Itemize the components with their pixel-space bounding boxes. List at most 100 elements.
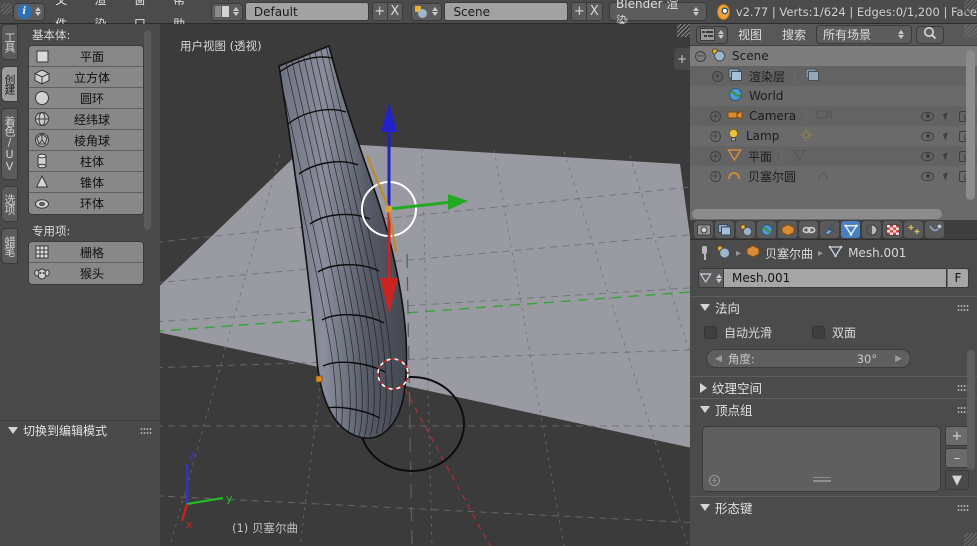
add-circle-button[interactable]: 圆环 xyxy=(29,88,143,109)
expand-icon[interactable]: + xyxy=(710,151,721,162)
expand-icon[interactable]: + xyxy=(710,111,721,122)
editor-type-selector[interactable]: i xyxy=(13,3,45,21)
add-cube-button[interactable]: 立方体 xyxy=(29,67,143,88)
panel-drag-handle-icon[interactable] xyxy=(957,304,969,312)
expand-icon[interactable]: + xyxy=(712,71,723,82)
collapse-icon[interactable]: − xyxy=(695,51,706,62)
outliner-horizontal-scrollbar[interactable] xyxy=(692,209,942,219)
list-item[interactable]: + 渲染层 | xyxy=(690,66,977,86)
screen-layout-browse-button[interactable] xyxy=(211,3,243,21)
expand-icon[interactable]: + xyxy=(710,131,721,142)
sidebar-item-tools[interactable]: 工具 xyxy=(1,24,18,60)
double-sided-checkbox[interactable]: 双面 xyxy=(812,324,856,341)
restrict-select-icon[interactable] xyxy=(943,172,950,180)
vertex-groups-list[interactable]: + xyxy=(702,426,941,492)
sidebar-item-options[interactable]: 选项 xyxy=(1,186,18,222)
render-engine-dropdown[interactable]: Blender 渲染 xyxy=(609,2,707,21)
fake-user-button[interactable]: F xyxy=(947,268,969,288)
list-item[interactable]: + Lamp | xyxy=(690,126,977,146)
add-uv-sphere-button[interactable]: 经纬球 xyxy=(29,109,143,130)
restrict-select-icon[interactable] xyxy=(943,152,950,160)
tab-mesh-data[interactable] xyxy=(841,221,860,238)
delete-scene-button[interactable]: X xyxy=(587,2,602,21)
vertex-group-specials-button[interactable]: ▼ xyxy=(945,470,969,490)
scene-name-field[interactable]: Scene xyxy=(444,2,568,21)
tab-scene[interactable] xyxy=(736,221,755,238)
sidebar-item-shading-uv[interactable]: 着色/UV xyxy=(1,108,18,180)
list-item[interactable]: + 贝塞尔圆 | xyxy=(690,166,977,186)
expand-list-icon[interactable]: + xyxy=(709,475,720,486)
add-cylinder-button[interactable]: 柱体 xyxy=(29,151,143,172)
sidebar-item-grease-pencil[interactable]: 蜡笔 xyxy=(1,228,18,264)
list-resize-grip-icon[interactable] xyxy=(813,477,831,484)
panel-header-normals[interactable]: 法向 xyxy=(690,296,977,318)
outliner-scope-dropdown[interactable]: 所有场景 xyxy=(816,25,912,44)
tab-render[interactable] xyxy=(694,221,713,238)
blender-logo-icon xyxy=(717,4,730,20)
add-plane-button[interactable]: 平面 xyxy=(29,46,143,67)
mesh-data-browse-button[interactable] xyxy=(698,268,724,288)
restrict-select-icon[interactable] xyxy=(943,132,950,140)
tab-world[interactable] xyxy=(757,221,776,238)
outliner-search-button[interactable] xyxy=(916,26,944,44)
list-item[interactable]: World xyxy=(690,86,977,106)
list-item[interactable]: + Camera | xyxy=(690,106,977,126)
outliner-display-mode-selector[interactable] xyxy=(696,26,728,44)
tab-modifiers[interactable] xyxy=(820,221,839,238)
list-item[interactable]: − Scene xyxy=(690,46,977,66)
operator-panel-header[interactable]: 切换到编辑模式 xyxy=(0,420,160,440)
panel-header-shape-keys[interactable]: 形态键 xyxy=(690,496,977,518)
3d-viewport[interactable]: z y x 用户视图 (透视) (1) 贝塞尔曲 + xyxy=(160,24,690,546)
outliner-vertical-scrollbar[interactable] xyxy=(966,50,975,200)
chevron-updown-icon xyxy=(232,5,240,19)
mesh-name-input[interactable]: Mesh.001 xyxy=(724,268,947,288)
list-item[interactable]: + 平面 | xyxy=(690,146,977,166)
add-vertex-group-button[interactable]: + xyxy=(945,426,969,446)
properties-vertical-scrollbar[interactable] xyxy=(967,350,975,470)
add-cone-button[interactable]: 锥体 xyxy=(29,172,143,193)
list-item-label: 贝塞尔圆 xyxy=(748,168,796,185)
chevron-right-icon[interactable]: ▶ xyxy=(895,354,902,364)
add-scene-button[interactable]: + xyxy=(571,2,587,21)
breadcrumb-object-label[interactable]: 贝塞尔曲 xyxy=(765,245,813,262)
tab-material[interactable] xyxy=(862,221,881,238)
remove-vertex-group-button[interactable]: – xyxy=(945,448,969,468)
screen-layout-name-field[interactable]: Default xyxy=(245,2,369,21)
delete-screen-layout-button[interactable]: X xyxy=(388,2,403,21)
world-icon xyxy=(728,87,743,105)
sidebar-item-create[interactable]: 创建 xyxy=(1,66,18,102)
status-text: v2.77 | Verts:1/624 | Edges:0/1,200 | Fa… xyxy=(736,5,977,19)
panel-drag-handle-icon[interactable] xyxy=(140,427,152,435)
tab-render-layers[interactable] xyxy=(715,221,734,238)
tab-object[interactable] xyxy=(778,221,797,238)
restrict-select-icon[interactable] xyxy=(943,112,950,120)
viewport-side-panel-toggle[interactable]: + xyxy=(674,48,690,70)
chevron-left-icon[interactable]: ◀ xyxy=(715,354,722,364)
panel-drag-handle-icon[interactable] xyxy=(957,504,969,512)
auto-smooth-angle-slider[interactable]: ◀ 角度: 30° ▶ xyxy=(706,349,911,368)
add-monkey-button[interactable]: 猴头 xyxy=(29,263,143,284)
expand-icon[interactable]: + xyxy=(710,171,721,182)
restrict-view-icon[interactable] xyxy=(921,172,934,181)
viewport-corner-grip xyxy=(677,24,690,37)
add-grid-button[interactable]: 栅格 xyxy=(29,242,143,263)
tab-constraints[interactable] xyxy=(799,221,818,238)
add-ico-sphere-button[interactable]: 棱角球 xyxy=(29,130,143,151)
tab-particles[interactable] xyxy=(904,221,923,238)
breadcrumb-data-label[interactable]: Mesh.001 xyxy=(848,246,906,260)
outliner-menu-search[interactable]: 搜索 xyxy=(772,24,816,46)
panel-header-texture-space[interactable]: 纹理空间 xyxy=(690,376,977,398)
tab-physics[interactable] xyxy=(925,221,944,238)
restrict-view-icon[interactable] xyxy=(921,132,934,141)
auto-smooth-checkbox[interactable]: 自动光滑 xyxy=(704,324,772,341)
pin-icon[interactable] xyxy=(698,246,711,260)
tab-texture[interactable] xyxy=(883,221,902,238)
restrict-view-icon[interactable] xyxy=(921,112,934,121)
add-torus-button[interactable]: 环体 xyxy=(29,193,143,214)
outliner-menu-view[interactable]: 视图 xyxy=(728,24,772,46)
restrict-view-icon[interactable] xyxy=(921,152,934,161)
panel-header-vertex-groups[interactable]: 顶点组 xyxy=(690,398,977,420)
scene-browse-button[interactable] xyxy=(411,3,442,21)
tool-shelf-scrollbar[interactable] xyxy=(144,30,151,230)
add-screen-layout-button[interactable]: + xyxy=(372,2,388,21)
